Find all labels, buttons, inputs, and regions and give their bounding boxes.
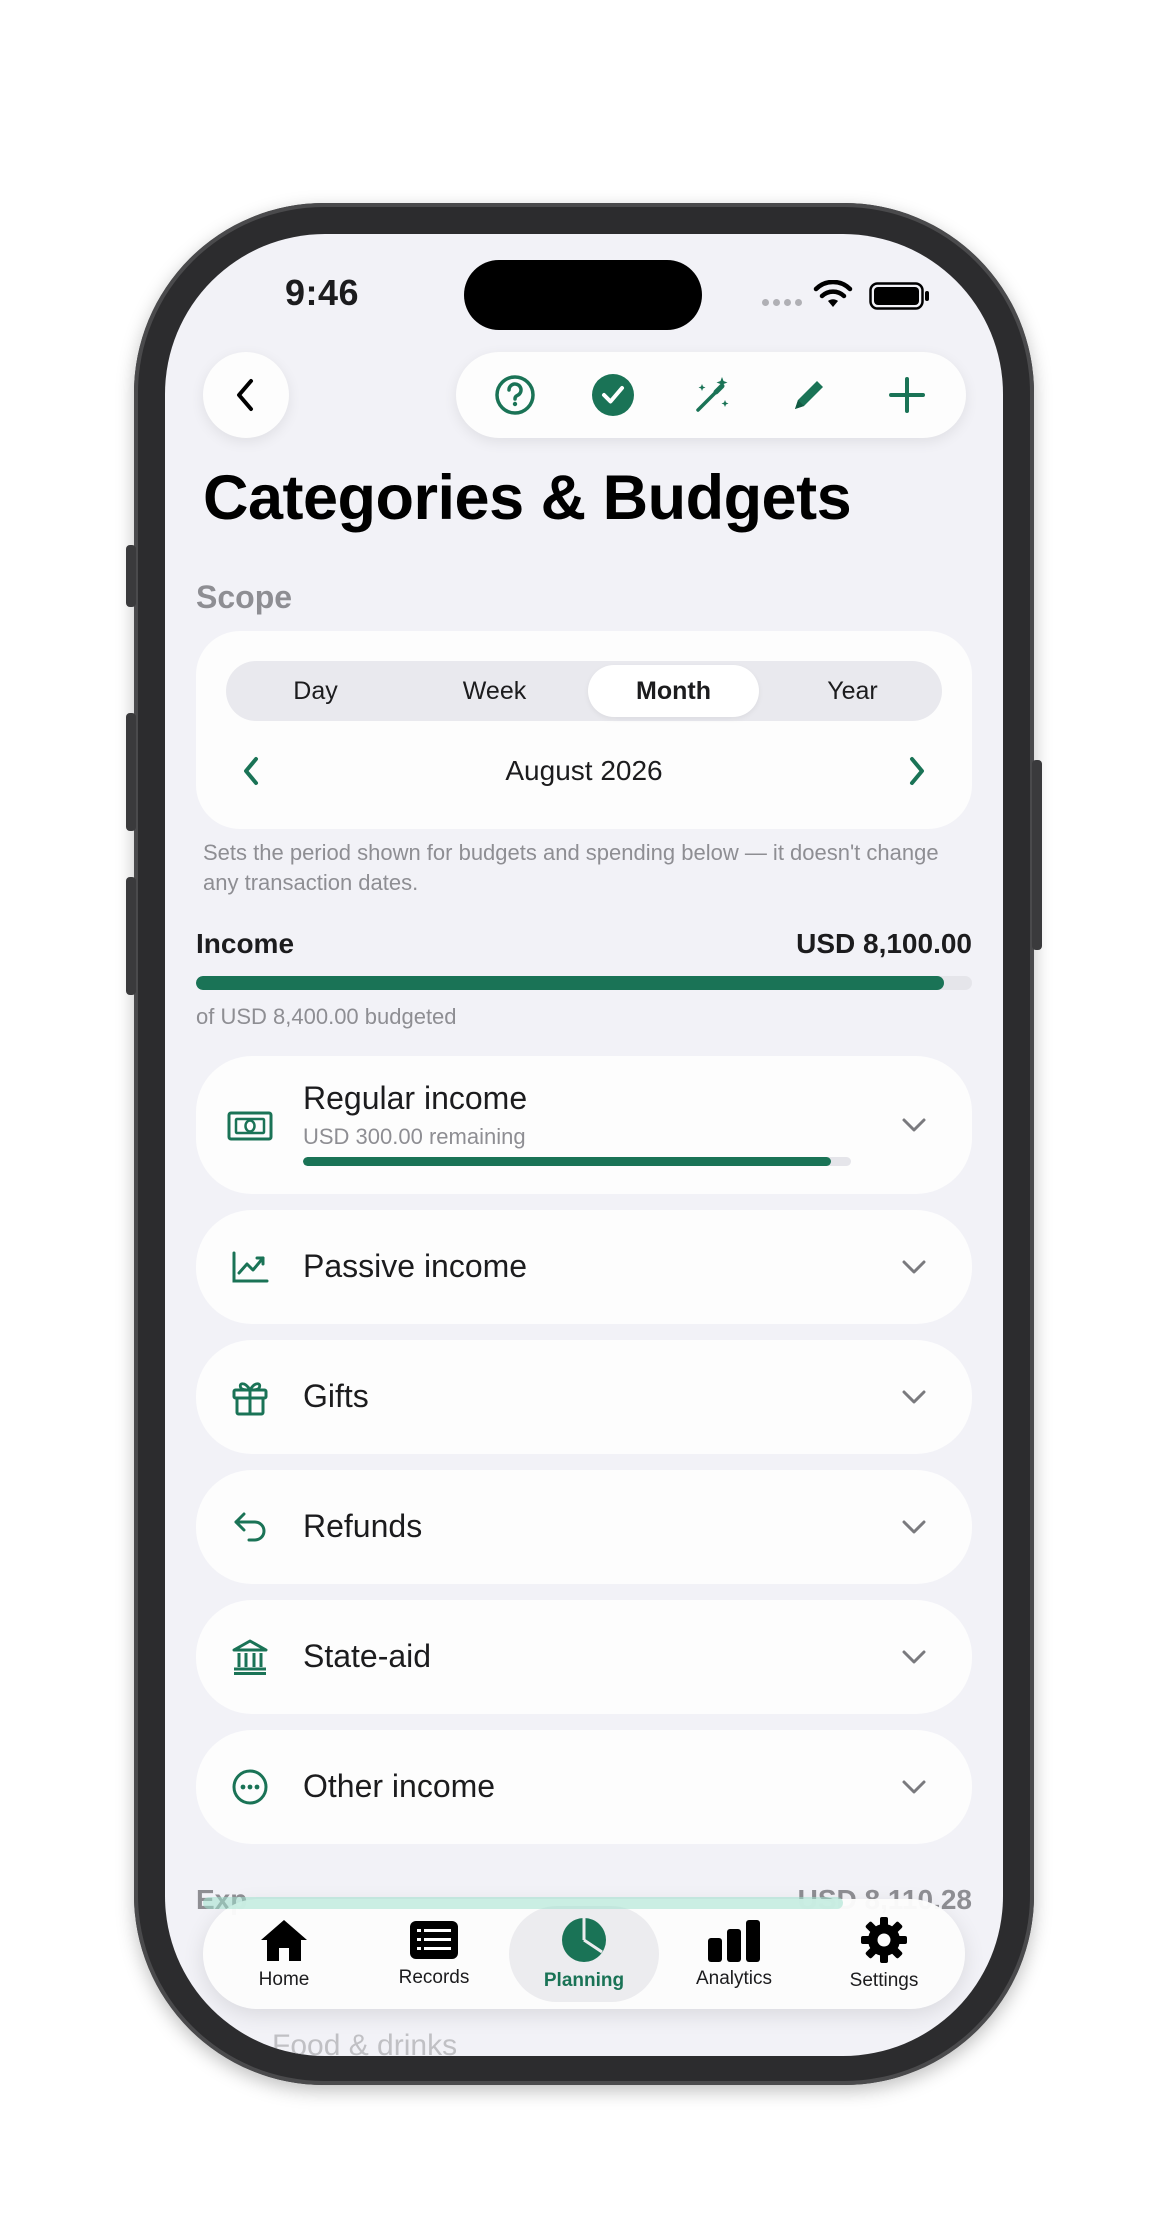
tab-label: Analytics (695, 1968, 773, 1989)
page-title: Categories & Budgets (203, 463, 852, 533)
pencil-icon (795, 381, 823, 409)
wifi-icon (813, 280, 853, 307)
category-progress-fill (303, 1157, 832, 1166)
chevron-left-icon (244, 757, 258, 785)
auto-categorize-button[interactable] (683, 367, 739, 423)
tabbar-highlight (203, 1897, 843, 1909)
help-button[interactable] (487, 367, 543, 423)
magic-wand-icon (696, 377, 729, 412)
power-button (1032, 760, 1042, 950)
back-button[interactable] (203, 352, 289, 438)
previous-period-button[interactable] (226, 746, 276, 796)
pie-chart-icon (562, 1918, 606, 1962)
next-period-button[interactable] (892, 746, 942, 796)
gear-icon (861, 1917, 907, 1963)
chevron-down-icon (896, 1639, 932, 1675)
chevron-down-icon (896, 1379, 932, 1415)
check-circle-icon (592, 374, 634, 416)
dynamic-island (464, 260, 702, 330)
category-progress-bar (303, 1157, 851, 1166)
tab-settings[interactable]: Settings (809, 1906, 959, 2002)
tab-label: Home (258, 1969, 310, 1990)
segment-year[interactable]: Year (767, 665, 938, 717)
chevron-down-icon (896, 1509, 932, 1545)
bank-building-icon (226, 1633, 274, 1681)
tab-label: Records (398, 1967, 470, 1988)
chevron-down-icon (896, 1249, 932, 1285)
tab-label: Settings (849, 1970, 919, 1991)
return-arrow-icon (226, 1503, 274, 1551)
segment-day[interactable]: Day (230, 665, 401, 717)
scope-card: Day Week Month Year August 2026 (196, 631, 972, 829)
category-state-aid[interactable]: State-aid (196, 1600, 972, 1714)
trend-chart-icon (226, 1243, 274, 1291)
scope-label: Scope (196, 579, 293, 615)
tab-label: Planning (543, 1970, 625, 1991)
income-progress-bar (196, 976, 972, 990)
chevron-left-icon (237, 379, 253, 411)
tab-analytics[interactable]: Analytics (659, 1906, 809, 2002)
volume-up-button (126, 713, 136, 831)
help-icon (495, 375, 535, 415)
category-name: State-aid (303, 1638, 432, 1674)
category-name: Regular income (303, 1080, 528, 1116)
category-name: Refunds (303, 1508, 423, 1544)
tab-bar: Home Records Planning Analytics Settings (203, 1899, 965, 2009)
income-budgeted: of USD 8,400.00 budgeted (196, 1004, 457, 1029)
category-remaining: USD 300.00 remaining (303, 1124, 526, 1149)
top-toolbar (456, 352, 966, 438)
category-regular-income[interactable]: Regular income USD 300.00 remaining (196, 1056, 972, 1194)
chevron-down-icon (896, 1769, 932, 1805)
category-other-income[interactable]: Other income (196, 1730, 972, 1844)
action-button (126, 545, 136, 607)
add-button[interactable] (879, 367, 935, 423)
income-progress-fill (196, 976, 945, 990)
category-passive-income[interactable]: Passive income (196, 1210, 972, 1324)
tab-home[interactable]: Home (209, 1906, 359, 2002)
tab-planning[interactable]: Planning (509, 1906, 659, 2002)
volume-down-button (126, 877, 136, 995)
scope-segmented-control: Day Week Month Year (226, 661, 942, 721)
status-time: 9:46 (285, 272, 360, 313)
bar-chart-icon (708, 1920, 760, 1962)
category-name: Other income (303, 1768, 496, 1804)
more-circle-icon (226, 1763, 274, 1811)
segment-week[interactable]: Week (409, 665, 580, 717)
app-screen: 9:46 Categories & Budgets Scope Day Week… (165, 234, 1003, 2056)
period-label: August 2026 (505, 755, 663, 786)
edit-button[interactable] (781, 367, 837, 423)
tab-records[interactable]: Records (359, 1906, 509, 2002)
done-button[interactable] (585, 367, 641, 423)
home-icon (261, 1920, 307, 1961)
gift-icon (226, 1373, 274, 1421)
chevron-down-icon (896, 1107, 932, 1143)
battery-icon (869, 282, 929, 310)
segment-month[interactable]: Month (588, 665, 759, 717)
category-name: Gifts (303, 1378, 369, 1414)
income-total: USD 8,100.00 (796, 928, 972, 959)
period-selector: August 2026 (226, 741, 942, 801)
signal-icon (762, 299, 802, 306)
plus-icon (889, 377, 925, 413)
category-refunds[interactable]: Refunds (196, 1470, 972, 1584)
income-title: Income (196, 928, 295, 959)
records-list-icon (410, 1921, 458, 1959)
category-name: Passive income (303, 1248, 528, 1284)
scope-hint: Sets the period shown for budgets and sp… (203, 840, 939, 895)
banknote-icon (226, 1102, 274, 1150)
category-food-drinks[interactable]: Food & drinks (272, 2029, 457, 2056)
category-gifts[interactable]: Gifts (196, 1340, 972, 1454)
chevron-right-icon (910, 757, 924, 785)
